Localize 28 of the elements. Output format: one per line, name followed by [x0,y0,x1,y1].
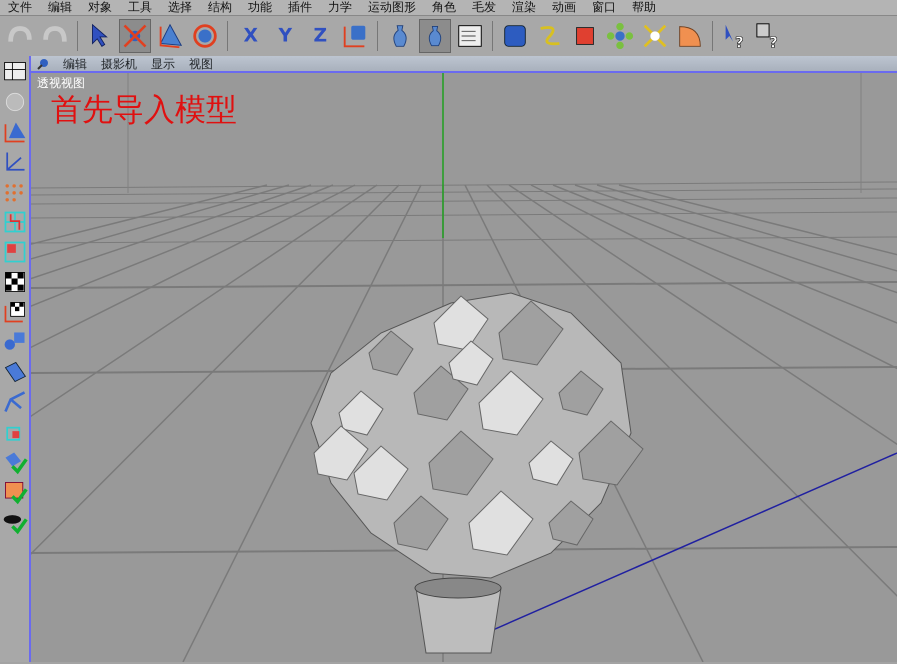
menu-item[interactable]: 对象 [80,0,120,15]
menu-item[interactable]: 角色 [424,0,464,15]
checker-axes-icon [2,299,28,325]
menu-item[interactable]: 动画 [544,0,584,15]
edges-icon [2,209,28,235]
viewport-title: 透视视图 [37,75,85,92]
menu-item[interactable]: 毛发 [464,0,504,15]
menu-item[interactable]: 渲染 [504,0,544,15]
menu-item[interactable]: 选择 [160,0,200,15]
menu-item[interactable]: 功能 [240,0,280,15]
pin-icon [37,58,49,70]
menu-item[interactable]: 工具 [120,0,160,15]
menu-item[interactable]: 力学 [320,0,360,15]
viewport-menu-item[interactable]: 摄影机 [101,54,137,72]
caption-text: 首先导入模型 [51,91,237,130]
menu-item[interactable]: 结构 [200,0,240,15]
viewport-menu-item[interactable]: 视图 [189,54,213,72]
menu-item[interactable]: 编辑 [40,0,80,15]
bones-icon [2,389,28,415]
menu-item[interactable]: 帮助 [624,0,664,15]
menu-item[interactable]: 文件 [0,0,40,15]
viewport-menu-item[interactable]: 编辑 [63,54,87,72]
viewport-menu-item[interactable]: 显示 [151,54,175,72]
menu-item[interactable]: 插件 [280,0,320,15]
menu-item[interactable]: 窗口 [584,0,624,15]
menu-item[interactable]: 运动图形 [360,0,424,15]
polygons-icon [2,239,28,265]
array-icon [605,21,635,51]
